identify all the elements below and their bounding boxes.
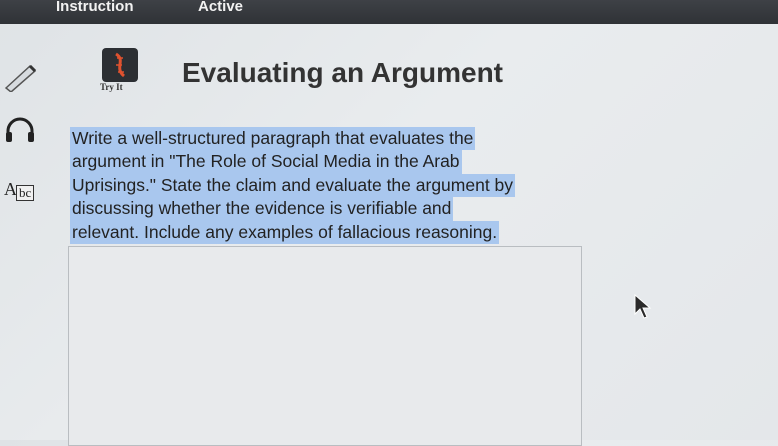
- pencil-icon[interactable]: [2, 62, 38, 97]
- mouse-cursor-icon: [634, 293, 652, 325]
- prompt-line: discussing whether the evidence is verif…: [70, 197, 454, 221]
- try-it-label: Try It: [100, 82, 123, 92]
- headphones-icon[interactable]: [4, 117, 36, 148]
- abc-tool-bc: bc: [16, 185, 35, 201]
- prompt-line: Write a well-structured paragraph that e…: [70, 127, 476, 151]
- prompt-line: Uprisings." State the claim and evaluate…: [70, 173, 516, 198]
- prompt-line: relevant. Include any examples of fallac…: [70, 220, 500, 245]
- page-title: Evaluating an Argument: [182, 57, 504, 88]
- instructions-text: Write a well-structured paragraph that e…: [70, 127, 590, 245]
- tab-active[interactable]: Active: [198, 0, 243, 18]
- abc-tool-icon[interactable]: A bc: [2, 177, 38, 205]
- answer-textarea[interactable]: [68, 246, 582, 446]
- prompt-line: argument in "The Role of Social Media in…: [70, 150, 462, 174]
- tab-instruction[interactable]: Instruction: [56, 0, 134, 18]
- tool-rail: A bc: [0, 24, 58, 440]
- top-bar: Instruction Active: [0, 0, 778, 24]
- try-it-button[interactable]: Try It: [96, 48, 144, 102]
